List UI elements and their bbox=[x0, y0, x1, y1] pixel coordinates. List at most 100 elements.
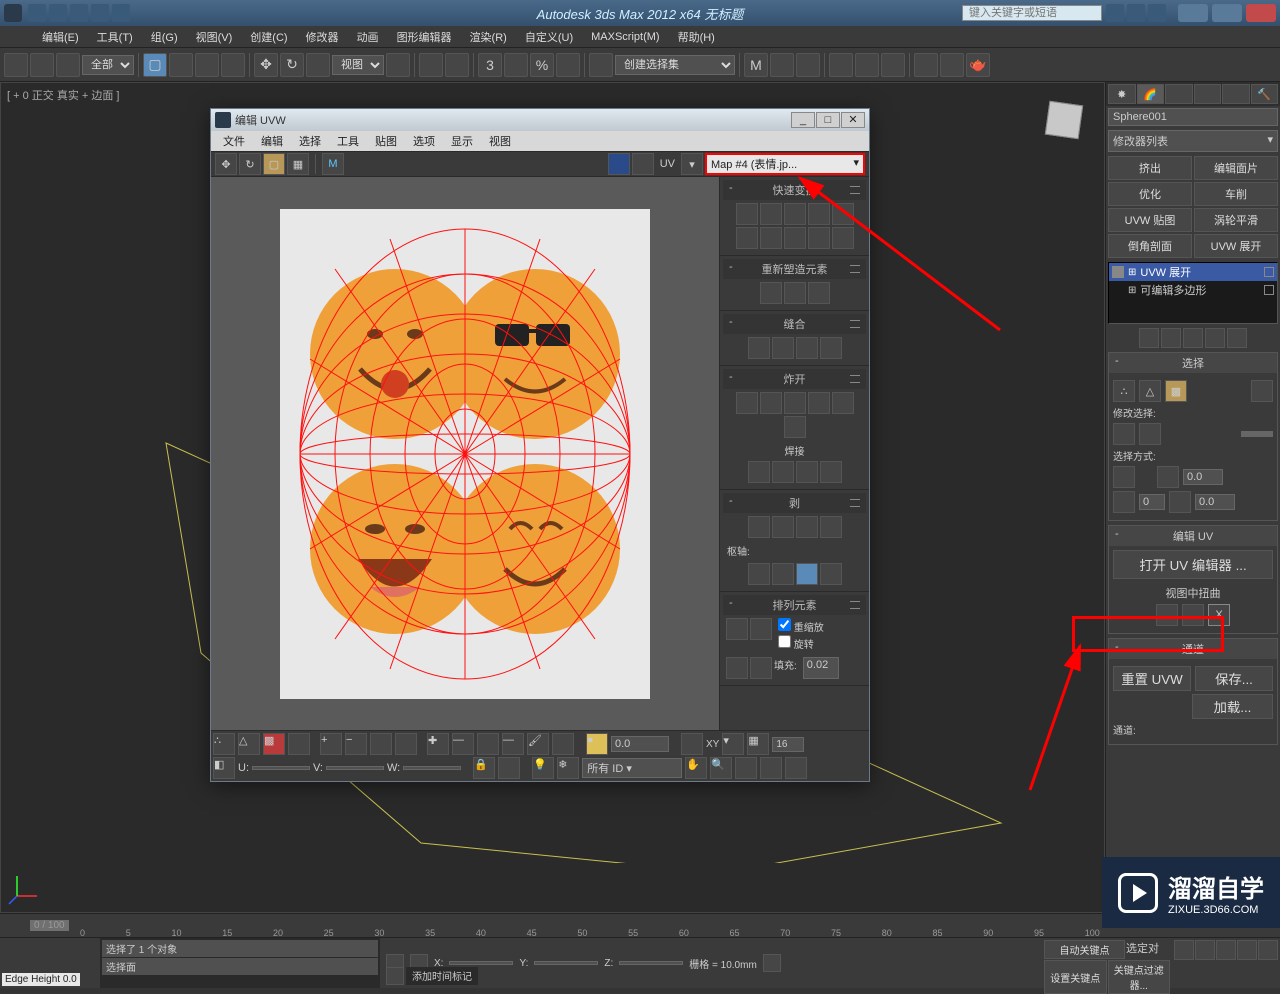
uvw-brightness-spinner[interactable]: 0.0 bbox=[611, 736, 669, 752]
space-v-icon[interactable] bbox=[832, 227, 854, 249]
mod-uvwunwrap-button[interactable]: UVW 展开 bbox=[1194, 234, 1278, 258]
slider-icon[interactable] bbox=[1241, 431, 1273, 437]
peel-mode-icon[interactable] bbox=[772, 516, 794, 538]
stitch-sel-icon[interactable] bbox=[748, 337, 770, 359]
uvw-xy-dd-icon[interactable]: ▾ bbox=[722, 733, 744, 755]
uvw-w-field[interactable] bbox=[403, 766, 461, 770]
uvw-freeform-icon[interactable]: ▦ bbox=[287, 153, 309, 175]
align-left-icon[interactable] bbox=[736, 203, 758, 225]
percent-snap-icon[interactable]: % bbox=[530, 53, 554, 77]
lightbulb-icon[interactable] bbox=[1112, 266, 1124, 278]
uvw-rotate-icon[interactable]: ↻ bbox=[239, 153, 261, 175]
help-icon[interactable] bbox=[1106, 4, 1124, 22]
uvw-xy-icon[interactable] bbox=[681, 733, 703, 755]
uvw-scale-icon[interactable]: ▢ bbox=[263, 153, 285, 175]
pivot-icon[interactable] bbox=[386, 53, 410, 77]
ref-coord-combo[interactable]: 视图 bbox=[332, 55, 384, 75]
rotate-icon[interactable]: ↻ bbox=[280, 53, 304, 77]
tweak-move-icon[interactable] bbox=[1182, 604, 1204, 626]
stitch-custom-icon[interactable] bbox=[772, 337, 794, 359]
star-icon[interactable] bbox=[1148, 4, 1166, 22]
align-bottom-icon[interactable] bbox=[736, 227, 758, 249]
flatten-matid-icon[interactable] bbox=[784, 416, 806, 438]
frame-indicator[interactable]: 0 / 100 bbox=[30, 920, 69, 931]
mod-uvwmap-button[interactable]: UVW 贴图 bbox=[1108, 208, 1192, 232]
stack-item-uvw-unwrap[interactable]: ⊞ UVW 展开 bbox=[1109, 263, 1277, 281]
uvw-zoom-extents-icon[interactable] bbox=[760, 757, 782, 779]
break-icon[interactable] bbox=[736, 392, 758, 414]
grow-sel-icon[interactable] bbox=[1113, 423, 1135, 445]
edge-subobj-icon[interactable]: △ bbox=[1139, 380, 1161, 402]
uvw-light-icon[interactable]: 💡 bbox=[532, 757, 554, 779]
uvw-grid-icon[interactable]: ▦ bbox=[747, 733, 769, 755]
flatten-icon[interactable] bbox=[784, 392, 806, 414]
load-uvw-button[interactable]: 加载... bbox=[1192, 694, 1273, 719]
explode-header[interactable]: 炸开 bbox=[723, 369, 866, 389]
menu-animation[interactable]: 动画 bbox=[349, 27, 387, 47]
tweak-x-icon[interactable]: X bbox=[1208, 604, 1230, 626]
stitch-all-icon[interactable] bbox=[796, 337, 818, 359]
scale-icon[interactable] bbox=[306, 53, 330, 77]
rendered-frame-icon[interactable] bbox=[940, 53, 964, 77]
mod-optimize-button[interactable]: 优化 bbox=[1108, 182, 1192, 206]
search-input[interactable] bbox=[962, 5, 1102, 21]
face-subobj-icon[interactable]: ▩ bbox=[1165, 380, 1187, 402]
goto-end-icon[interactable] bbox=[1258, 940, 1278, 960]
uvw-viewport[interactable] bbox=[211, 177, 719, 730]
align-icon[interactable] bbox=[770, 53, 794, 77]
weld-sel-icon[interactable] bbox=[748, 461, 770, 483]
uvw-checker-icon[interactable] bbox=[608, 153, 630, 175]
uvw-v-field[interactable] bbox=[326, 766, 384, 770]
selection-set-field[interactable]: 选定对 bbox=[1126, 940, 1170, 959]
schematic-view-icon[interactable] bbox=[855, 53, 879, 77]
uvw-loop-icon[interactable] bbox=[395, 733, 417, 755]
uvw-canvas[interactable] bbox=[280, 209, 650, 699]
uvw-u-field[interactable] bbox=[252, 766, 310, 770]
stack-item-editable-poly[interactable]: ⊞ 可编辑多边形 bbox=[1109, 281, 1277, 299]
uvw-close-button[interactable]: ✕ bbox=[841, 112, 865, 128]
qat-redo-icon[interactable] bbox=[112, 4, 130, 22]
material-editor-icon[interactable] bbox=[881, 53, 905, 77]
uvw-zoom-region-icon[interactable] bbox=[735, 757, 757, 779]
uvw-zoom-sel-icon[interactable] bbox=[785, 757, 807, 779]
save-uvw-button[interactable]: 保存... bbox=[1195, 666, 1273, 691]
uvw-grid-spinner[interactable]: 16 bbox=[772, 737, 804, 752]
qat-undo-icon[interactable] bbox=[91, 4, 109, 22]
uvw-menu-select[interactable]: 选择 bbox=[291, 131, 329, 151]
uvw-remove-icon[interactable]: − bbox=[345, 733, 367, 755]
sel-by-smg-icon[interactable] bbox=[1157, 466, 1179, 488]
uvw-grow-icon[interactable] bbox=[477, 733, 499, 755]
bind-space-warp-icon[interactable] bbox=[56, 53, 80, 77]
pin-filter-icon[interactable] bbox=[820, 563, 842, 585]
uvw-edge-mode-icon[interactable]: △ bbox=[238, 733, 260, 755]
stitch-icon[interactable] bbox=[808, 282, 830, 304]
uvw-minimize-button[interactable]: _ bbox=[791, 112, 815, 128]
rescale-checkbox[interactable]: 重缩放 bbox=[778, 618, 824, 634]
peel-reset-icon[interactable] bbox=[796, 516, 818, 538]
vertex-subobj-icon[interactable]: ∴ bbox=[1113, 380, 1135, 402]
mod-lathe-button[interactable]: 车削 bbox=[1194, 182, 1278, 206]
pack-custom-icon[interactable] bbox=[750, 618, 772, 640]
menu-customize[interactable]: 自定义(U) bbox=[517, 27, 581, 47]
uvw-texture-preview-icon[interactable]: ● bbox=[586, 733, 608, 755]
uvw-titlebar[interactable]: 编辑 UVW _ □ ✕ bbox=[211, 109, 869, 131]
mod-editpatch-button[interactable]: 编辑面片 bbox=[1194, 156, 1278, 180]
menu-tools[interactable]: 工具(T) bbox=[89, 27, 141, 47]
menu-views[interactable]: 视图(V) bbox=[188, 27, 241, 47]
select-object-icon[interactable]: ▢ bbox=[143, 53, 167, 77]
uvw-id-combo[interactable]: 所有 ID ▾ bbox=[582, 758, 682, 778]
flatten-by-icon[interactable] bbox=[808, 392, 830, 414]
sel-by-planar-icon[interactable] bbox=[1169, 491, 1191, 513]
rollout-channel-header[interactable]: 通道 bbox=[1109, 639, 1277, 659]
pack-place-icon[interactable] bbox=[750, 657, 772, 679]
keyboard-shortcut-icon[interactable] bbox=[445, 53, 469, 77]
uvw-zoom-icon[interactable]: 🔍 bbox=[710, 757, 732, 779]
uvw-lock-icon[interactable]: 🔒 bbox=[473, 757, 495, 779]
stack-checkbox[interactable] bbox=[1264, 267, 1274, 277]
modifier-stack[interactable]: ⊞ UVW 展开 ⊞ 可编辑多边形 bbox=[1108, 262, 1278, 324]
named-selection-combo[interactable]: 创建选择集 bbox=[615, 55, 735, 75]
play-icon[interactable] bbox=[1216, 940, 1236, 960]
mod-turbosmooth-button[interactable]: 涡轮平滑 bbox=[1194, 208, 1278, 232]
uvw-showmap-icon[interactable] bbox=[632, 153, 654, 175]
object-name-field[interactable]: Sphere001 bbox=[1108, 108, 1278, 126]
